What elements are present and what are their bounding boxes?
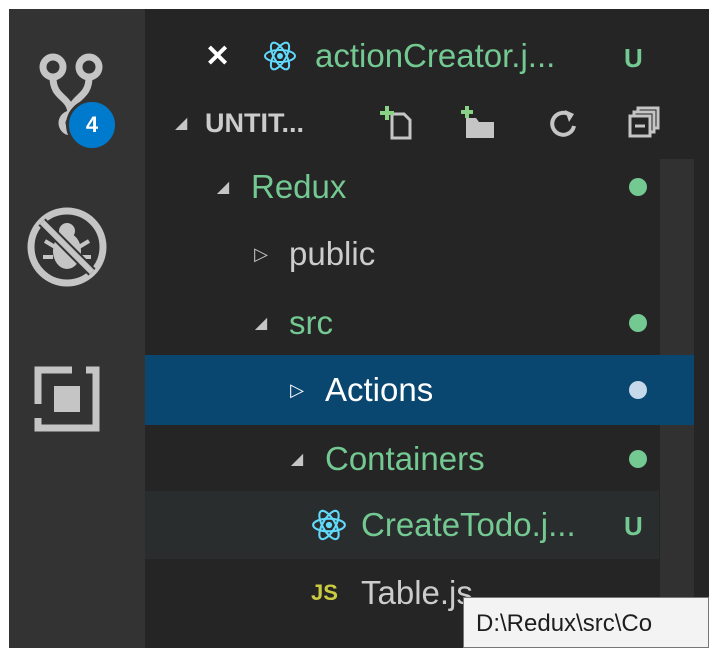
open-editor-label: actionCreator.j... [315,37,556,74]
tree-item-public[interactable]: ▷ public [145,221,659,287]
tree-item-label: Containers [325,440,485,477]
tree-item-label: CreateTodo.j... [361,506,576,543]
tree-item-src[interactable]: ◢ src [145,289,659,357]
section-title: UNTIT... [205,107,304,138]
path-tooltip: D:\Redux\src\Co [463,597,709,648]
chevron-down-icon: ◢ [254,315,268,332]
react-icon [263,39,297,81]
new-file-icon[interactable] [377,101,417,145]
new-folder-icon[interactable] [459,101,499,145]
tree-item-label: Redux [251,168,347,205]
refresh-icon[interactable] [543,101,583,145]
tree-item-label: public [289,235,376,272]
chevron-right-icon: ▷ [290,379,304,400]
debug-disabled-icon[interactable] [21,201,113,293]
open-editor-item[interactable]: ✕ actionCreator.j... U [145,21,659,91]
untracked-badge: U [624,511,643,541]
extensions-icon[interactable] [31,363,103,435]
chevron-down-icon: ◢ [175,115,188,132]
chevron-down-icon: ◢ [216,179,230,196]
git-status-dot [629,314,647,332]
source-control-badge: 4 [66,99,118,151]
vscode-window: 4 ✕ actionCreator.j... U ◢ UNTIT... ◢ Re… [9,9,709,648]
untracked-badge: U [624,43,643,73]
collapse-all-icon[interactable] [625,101,665,145]
tree-item-label: src [289,304,333,341]
chevron-down-icon: ◢ [290,451,304,468]
git-status-dot [629,381,647,399]
close-icon[interactable]: ✕ [205,39,230,74]
git-status-dot [629,450,647,468]
js-file-icon: JS [311,580,338,605]
activity-bar: 4 [9,9,145,648]
react-icon [311,507,347,551]
explorer-panel: ✕ actionCreator.j... U ◢ UNTIT... ◢ Redu… [145,9,709,648]
tree-item-redux[interactable]: ◢ Redux [145,155,659,219]
tree-item-actions[interactable]: ▷ Actions [145,355,694,425]
tree-item-containers[interactable]: ◢ Containers [145,425,659,493]
tree-item-label: Table.js [361,574,473,611]
tree-item-label: Actions [325,371,434,408]
tree-item-createtodo[interactable]: CreateTodo.j... U [145,491,659,559]
chevron-right-icon: ▷ [254,243,268,264]
git-status-dot [629,178,647,196]
